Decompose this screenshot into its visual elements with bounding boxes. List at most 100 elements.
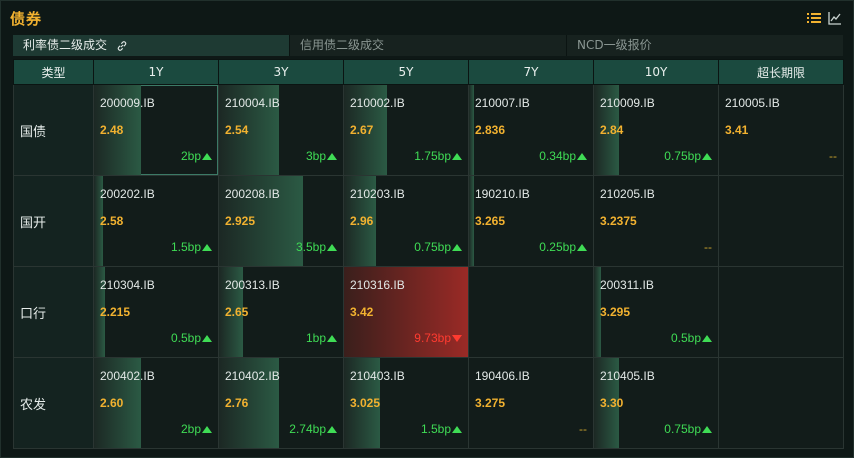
bond-code[interactable]: 210005.IB	[725, 96, 780, 110]
yield-change: 0.34bp	[539, 149, 587, 163]
bond-code[interactable]: 210007.IB	[475, 96, 530, 110]
bond-yield: 3.265	[475, 214, 506, 228]
bond-code[interactable]: 210203.IB	[350, 187, 405, 201]
triangle-down-icon	[452, 335, 462, 342]
bond-cell[interactable]: 210316.IB 3.42 9.73bp	[343, 266, 469, 358]
bond-cell[interactable]: 200009.IB 2.48 2bp	[93, 84, 219, 176]
change-value: 2.74bp	[289, 422, 326, 436]
col-header-10y[interactable]: 10Y	[593, 59, 719, 85]
bond-yield: 2.925	[225, 214, 256, 228]
triangle-up-icon	[327, 426, 337, 433]
bond-cell-content: 210316.IB 3.42 9.73bp	[344, 267, 468, 357]
change-value: --	[704, 240, 712, 254]
bond-cell-content: 200311.IB 3.295 0.5bp	[594, 267, 718, 357]
bond-code[interactable]: 200311.IB	[600, 278, 654, 292]
bond-code[interactable]: 200313.IB	[225, 278, 280, 292]
bond-code[interactable]: 210004.IB	[225, 96, 280, 110]
bond-code[interactable]: 190210.IB	[475, 187, 530, 201]
bond-cell[interactable]: 200313.IB 2.65 1bp	[218, 266, 344, 358]
change-value: 3.5bp	[295, 240, 326, 254]
bond-code[interactable]: 190406.IB	[475, 369, 530, 383]
col-header-5y[interactable]: 5Y	[343, 59, 469, 85]
bond-cell[interactable]: 210402.IB 2.76 2.74bp	[218, 357, 344, 449]
bond-yield: 2.76	[225, 396, 249, 410]
bond-cell[interactable]: 190406.IB 3.275 --	[468, 357, 594, 449]
bond-cell[interactable]: 210304.IB 2.215 0.5bp	[93, 266, 219, 358]
grid-header-row: 类型 1Y 3Y 5Y 7Y 10Y 超长期限	[13, 59, 844, 85]
bond-cell[interactable]: 210002.IB 2.67 1.75bp	[343, 84, 469, 176]
tab-label: NCD一级报价	[577, 38, 652, 52]
bond-code[interactable]: 200009.IB	[100, 96, 155, 110]
triangle-up-icon	[202, 426, 212, 433]
triangle-up-icon	[702, 335, 712, 342]
change-value: 1.5bp	[420, 422, 451, 436]
line-chart-icon[interactable]	[828, 11, 842, 25]
bond-cell[interactable]: 200311.IB 3.295 0.5bp	[593, 266, 719, 358]
yield-change: 0.5bp	[671, 331, 712, 345]
bond-yield: 2.67	[350, 123, 374, 137]
change-value: 0.5bp	[170, 331, 201, 345]
bond-code[interactable]: 210304.IB	[100, 278, 155, 292]
bond-cell[interactable]: 210203.IB 2.96 0.75bp	[343, 175, 469, 267]
link-icon[interactable]	[116, 38, 128, 51]
bond-code[interactable]: 210002.IB	[350, 96, 405, 110]
bond-cell[interactable]: 210009.IB 2.84 0.75bp	[593, 84, 719, 176]
bond-cell	[468, 266, 594, 358]
bond-cell[interactable]: 190210.IB 3.265 0.25bp	[468, 175, 594, 267]
bond-cell-content: 200402.IB 2.60 2bp	[94, 358, 218, 448]
bond-cell[interactable]: 210005.IB 3.41 --	[718, 84, 844, 176]
bond-yield: 3.295	[600, 305, 631, 319]
table-row: 国债 200009.IB 2.48 2bp 210004.IB 2.54 3bp 210002…	[13, 84, 844, 176]
tab-credit-bond-trades[interactable]: 信用债二级成交	[290, 35, 567, 56]
row-type-label: 国债	[13, 84, 94, 176]
bond-cell[interactable]: 200402.IB 2.60 2bp	[93, 357, 219, 449]
bond-cell-content: 190210.IB 3.265 0.25bp	[469, 176, 593, 266]
bond-code[interactable]: 210316.IB	[350, 278, 405, 292]
bond-cell[interactable]: 210205.IB 3.2375 --	[593, 175, 719, 267]
bond-yield: 2.65	[225, 305, 249, 319]
bond-code[interactable]: 210402.IB	[225, 369, 280, 383]
bond-code[interactable]: 210009.IB	[600, 96, 655, 110]
bond-cell-content: 210007.IB 2.836 0.34bp	[469, 85, 593, 175]
bond-cell[interactable]: 200202.IB 2.58 1.5bp	[93, 175, 219, 267]
triangle-up-icon	[577, 244, 587, 251]
bond-cell	[718, 175, 844, 267]
bond-cell[interactable]: 200208.IB 2.925 3.5bp	[218, 175, 344, 267]
bond-code[interactable]: 200208.IB	[225, 187, 280, 201]
bond-cell-content	[470, 268, 593, 357]
tab-ncd-quotes[interactable]: NCD一级报价	[567, 35, 843, 56]
bond-cell-content: 210405.IB 3.30 0.75bp	[594, 358, 718, 448]
col-header-ultra-long[interactable]: 超长期限	[718, 59, 844, 85]
bond-cell-content: 200009.IB 2.48 2bp	[94, 85, 218, 175]
bond-cell[interactable]: 210405.IB 3.30 0.75bp	[593, 357, 719, 449]
col-header-type: 类型	[13, 59, 94, 85]
bond-cell-content: 210304.IB 2.215 0.5bp	[94, 267, 218, 357]
bond-cell-content: 210004.IB 2.54 3bp	[219, 85, 343, 175]
col-header-1y[interactable]: 1Y	[93, 59, 219, 85]
tab-rate-bond-trades[interactable]: 利率债二级成交	[13, 35, 290, 56]
bond-code[interactable]: 210205.IB	[600, 187, 655, 201]
tab-bar: 利率债二级成交 信用债二级成交 NCD一级报价	[13, 35, 843, 56]
bond-yield: 2.54	[225, 123, 249, 137]
bond-cell[interactable]: 210004.IB 2.54 3bp	[218, 84, 344, 176]
yield-change: 1.5bp	[421, 422, 462, 436]
bond-code[interactable]: 200402.IB	[100, 369, 155, 383]
col-header-3y[interactable]: 3Y	[218, 59, 344, 85]
bond-code[interactable]: 210405.IB	[600, 369, 655, 383]
bond-cell	[718, 266, 844, 358]
yield-change: 0.75bp	[414, 240, 462, 254]
bond-cell[interactable]: 210007.IB 2.836 0.34bp	[468, 84, 594, 176]
list-icon[interactable]	[807, 11, 821, 25]
bond-cell-content	[720, 359, 843, 448]
bond-code[interactable]: 210403.IB	[350, 369, 405, 383]
col-header-7y[interactable]: 7Y	[468, 59, 594, 85]
bond-cell[interactable]: 210403.IB 3.025 1.5bp	[343, 357, 469, 449]
yield-change: 3bp	[306, 149, 337, 163]
bond-yield: 2.215	[100, 305, 131, 319]
bond-yield: 2.60	[100, 396, 124, 410]
yield-change: 1.5bp	[171, 240, 212, 254]
bond-cell-content: 210005.IB 3.41 --	[720, 86, 843, 175]
triangle-up-icon	[327, 153, 337, 160]
bond-yield: 2.84	[600, 123, 624, 137]
bond-code[interactable]: 200202.IB	[100, 187, 155, 201]
